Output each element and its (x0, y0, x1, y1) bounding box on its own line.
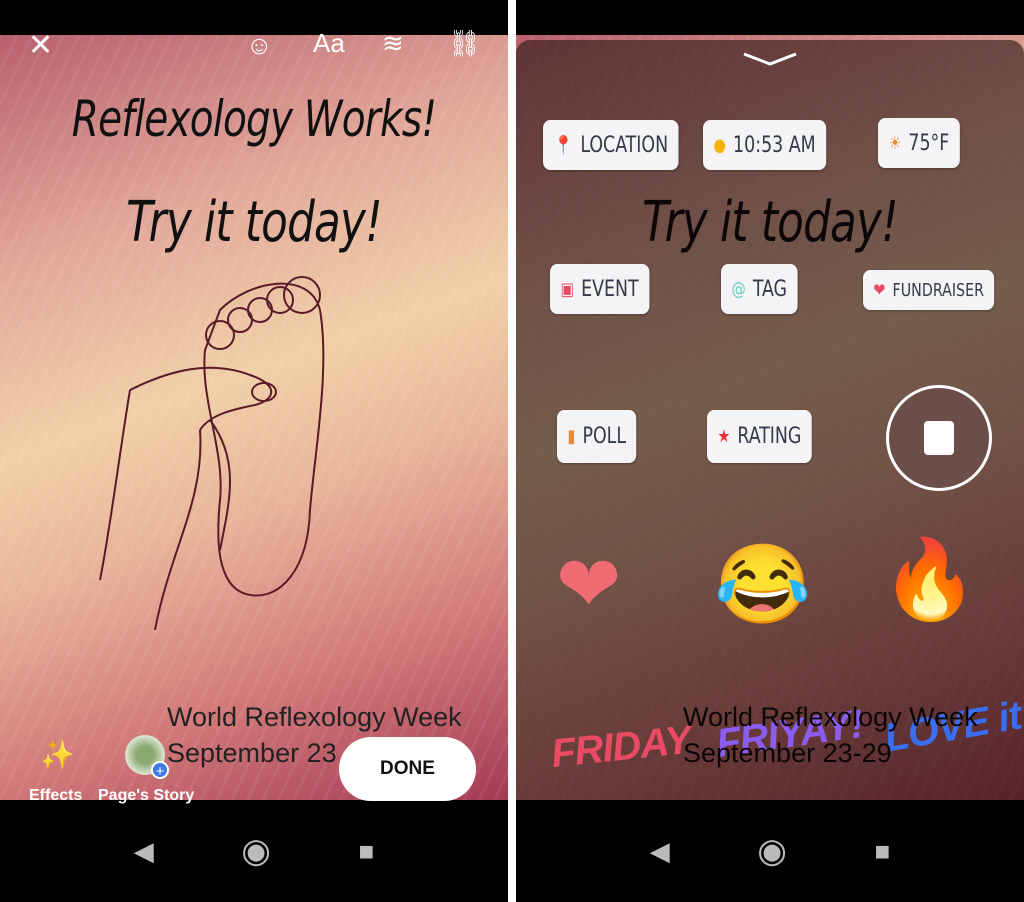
sticker-event[interactable]: ▣ EVENT (550, 264, 650, 314)
text-tool-button[interactable]: Aa (313, 28, 345, 59)
calendar-icon: ▣ (560, 278, 575, 300)
clock-icon: ● (713, 134, 727, 156)
sticker-time[interactable]: ● 10:53 AM (703, 120, 827, 170)
story-subheadline: Try it today! (126, 190, 382, 255)
photo-icon (924, 421, 954, 455)
fire-sticker[interactable]: 🔥 (881, 540, 978, 618)
story-headline: Reflexology Works! (71, 90, 437, 148)
bar-chart-icon: ▮ (567, 426, 576, 447)
close-icon[interactable]: ✕ (28, 28, 53, 63)
sticker-icon[interactable]: ☺ (246, 30, 273, 61)
link-icon[interactable]: ⛓ (448, 28, 481, 59)
fundraiser-icon: ❤ (873, 279, 886, 301)
friyay-sticker[interactable]: FRIYAY! (714, 702, 866, 767)
back-icon[interactable]: ◀ (134, 836, 154, 867)
back-icon[interactable]: ◀ (650, 836, 670, 867)
page-avatar[interactable]: + (125, 735, 169, 780)
home-icon[interactable]: ◉ (241, 831, 271, 871)
story-editor-screen: ✕ ☺ Aa ≋ ⛓ Reflexology Works! Try it tod… (0, 0, 508, 902)
sticker-rating[interactable]: ★ RATING (707, 410, 812, 463)
story-caption-line2: September 23 (167, 738, 337, 768)
home-icon[interactable]: ◉ (757, 831, 787, 871)
foot-illustration (99, 276, 325, 631)
effects-label[interactable]: Effects (29, 787, 82, 805)
heart-sticker[interactable]: ❤ (556, 545, 621, 623)
effects-wand-icon[interactable]: ✨ (40, 738, 75, 771)
star-icon: ★ (717, 426, 731, 447)
laughing-emoji-sticker[interactable]: 😂 (714, 545, 811, 623)
sticker-weather[interactable]: ☀ 75°F (878, 118, 960, 168)
at-icon: @ (731, 278, 746, 300)
photo-sticker-button[interactable] (886, 385, 992, 491)
sticker-picker-screen: 📍 LOCATION ● 10:53 AM ☀ 75°F ▣ EVENT @ TAG ❤ F… (516, 0, 1024, 902)
done-button[interactable]: DONE (339, 737, 476, 801)
sticker-location[interactable]: 📍 LOCATION (543, 120, 679, 170)
recents-icon[interactable]: ■ (875, 836, 891, 867)
sticker-tray: 📍 LOCATION ● 10:53 AM ☀ 75°F ▣ EVENT @ TAG ❤ F… (516, 40, 1024, 800)
recents-icon[interactable]: ■ (359, 836, 375, 867)
sticker-fundraiser[interactable]: ❤ FUNDRAISER (863, 270, 995, 310)
sticker-tag[interactable]: @ TAG (721, 264, 798, 314)
pages-story-label[interactable]: Page's Story (98, 787, 194, 805)
draw-icon[interactable]: ≋ (382, 28, 404, 59)
sun-icon: ☀ (888, 132, 902, 154)
friday-sticker[interactable]: FRIDAY (549, 718, 693, 777)
love-it-sticker[interactable]: LOVE it (881, 693, 1024, 761)
android-nav-bar: ◀ ◉ ■ (516, 800, 1024, 902)
android-nav-bar: ◀ ◉ ■ (0, 800, 508, 902)
add-plus-icon: + (151, 761, 169, 780)
sticker-poll[interactable]: ▮ POLL (557, 410, 637, 463)
location-pin-icon: 📍 (553, 134, 574, 156)
story-caption-line1: World Reflexology Week (167, 702, 462, 732)
chevron-down-icon[interactable] (742, 52, 798, 66)
